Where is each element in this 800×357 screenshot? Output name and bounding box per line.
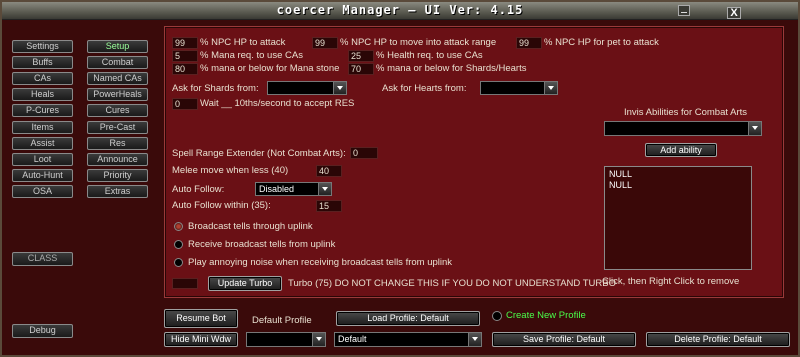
default-profile-label: Default Profile <box>252 315 312 326</box>
ask-shards-dropdown[interactable] <box>267 81 347 95</box>
nav-res[interactable]: Res <box>87 136 148 150</box>
class-button[interactable]: CLASS <box>12 252 73 266</box>
mana-shards-label: % mana or below for Shards/Hearts <box>376 63 527 74</box>
nav-extras[interactable]: Extras <box>87 184 148 198</box>
npc-hp-move-label: % NPC HP to move into attack range <box>340 37 497 48</box>
profile-select-dropdown[interactable]: Default <box>334 332 482 347</box>
minimize-button[interactable] <box>678 5 690 16</box>
melee-move-input[interactable]: 40 <box>316 165 342 177</box>
close-button[interactable]: X <box>727 7 741 19</box>
invis-abilities-list[interactable]: NULL NULL <box>604 166 752 270</box>
create-profile-label: Create New Profile <box>506 310 586 321</box>
auto-follow-dropdown[interactable]: Disabled <box>255 182 332 196</box>
invis-abilities-dropdown[interactable] <box>604 121 762 136</box>
mana-stone-label: % mana or below for Mana stone <box>200 63 340 74</box>
annoying-noise-radio[interactable] <box>174 258 183 267</box>
nav-p-cures[interactable]: P-Cures <box>12 104 73 118</box>
res-wait-input[interactable]: 0 <box>172 98 198 110</box>
chevron-down-icon <box>468 333 481 346</box>
ask-shards-label: Ask for Shards from: <box>172 83 259 94</box>
nav-loot[interactable]: Loot <box>12 152 73 166</box>
nav-buffs[interactable]: Buffs <box>12 56 73 70</box>
list-item[interactable]: NULL <box>609 180 747 191</box>
mana-shards-input[interactable]: 70 <box>348 63 374 75</box>
nav-powerheals[interactable]: PowerHeals <box>87 88 148 102</box>
npc-hp-attack-label: % NPC HP to attack <box>200 37 286 48</box>
mana-cas-input[interactable]: 5 <box>172 50 198 62</box>
list-item[interactable]: NULL <box>609 169 747 180</box>
mana-cas-label: % Mana req. to use CAs <box>200 50 303 61</box>
hide-mini-window-button[interactable]: Hide Mini Wdw <box>164 332 238 347</box>
ask-hearts-dropdown[interactable] <box>480 81 558 95</box>
invis-abilities-label: Invis Abilities for Combat Arts <box>624 107 748 118</box>
npc-hp-pet-label: % NPC HP for pet to attack <box>544 37 659 48</box>
auto-follow-value: Disabled <box>259 184 295 194</box>
spell-range-input[interactable]: 0 <box>350 147 378 159</box>
auto-follow-within-label: Auto Follow within (35): <box>172 200 271 211</box>
nav-priority[interactable]: Priority <box>87 168 148 182</box>
debug-button[interactable]: Debug <box>12 324 73 338</box>
nav-setup[interactable]: Setup <box>87 40 148 53</box>
create-profile-radio[interactable] <box>492 311 502 321</box>
chevron-down-icon <box>333 82 346 94</box>
nav-cas[interactable]: CAs <box>12 72 73 86</box>
chevron-down-icon <box>544 82 557 94</box>
nav-settings[interactable]: Settings <box>12 40 73 53</box>
nav-assist[interactable]: Assist <box>12 136 73 150</box>
delete-profile-button[interactable]: Delete Profile: Default <box>646 332 790 347</box>
nav-combat[interactable]: Combat <box>87 56 148 70</box>
nav-pre-cast[interactable]: Pre-Cast <box>87 120 148 134</box>
load-profile-button[interactable]: Load Profile: Default <box>336 311 480 326</box>
profile-name-dropdown[interactable] <box>246 332 326 347</box>
nav-announce[interactable]: Announce <box>87 152 148 166</box>
ask-hearts-label: Ask for Hearts from: <box>382 83 467 94</box>
nav-auto-hunt[interactable]: Auto-Hunt <box>12 168 73 182</box>
nav-items[interactable]: Items <box>12 120 73 134</box>
receive-tells-radio[interactable] <box>174 240 183 249</box>
update-turbo-button[interactable]: Update Turbo <box>208 276 282 291</box>
title-bar[interactable]: coercer Manager — UI Ver: 4.15 X <box>2 2 798 20</box>
melee-move-label: Melee move when less (40) <box>172 165 289 176</box>
list-hint: Click, then Right Click to remove <box>602 276 740 287</box>
nav-cures[interactable]: Cures <box>87 104 148 118</box>
nav-named-cas[interactable]: Named CAs <box>87 72 148 86</box>
save-profile-button[interactable]: Save Profile: Default <box>492 332 636 347</box>
annoying-noise-label: Play annoying noise when receiving broad… <box>188 257 453 268</box>
chevron-down-icon <box>312 333 325 346</box>
add-ability-button[interactable]: Add ability <box>645 143 717 157</box>
turbo-input[interactable] <box>172 278 198 289</box>
broadcast-tells-label: Broadcast tells through uplink <box>188 221 313 232</box>
nav-osa[interactable]: OSA <box>12 184 73 198</box>
manager-window: coercer Manager — UI Ver: 4.15 X Setting… <box>0 0 800 357</box>
profile-select-value: Default <box>338 334 367 344</box>
receive-tells-label: Receive broadcast tells from uplink <box>188 239 336 250</box>
npc-hp-move-input[interactable]: 99 <box>312 37 338 49</box>
res-wait-label: Wait __ 10ths/second to accept RES <box>200 98 355 109</box>
auto-follow-label: Auto Follow: <box>172 184 225 195</box>
health-cas-label: % Health req. to use CAs <box>376 50 483 61</box>
nav-heals[interactable]: Heals <box>12 88 73 102</box>
npc-hp-attack-input[interactable]: 99 <box>172 37 198 49</box>
resume-bot-button[interactable]: Resume Bot <box>164 309 238 328</box>
chevron-down-icon <box>318 183 331 195</box>
broadcast-tells-radio[interactable] <box>174 222 183 231</box>
health-cas-input[interactable]: 25 <box>348 50 374 62</box>
turbo-note: Turbo (75) DO NOT CHANGE THIS IF YOU DO … <box>288 278 616 289</box>
mana-stone-input[interactable]: 80 <box>172 63 198 75</box>
auto-follow-within-input[interactable]: 15 <box>316 200 342 212</box>
spell-range-label: Spell Range Extender (Not Combat Arts): <box>172 148 346 159</box>
npc-hp-pet-input[interactable]: 99 <box>516 37 542 49</box>
chevron-down-icon <box>748 122 761 135</box>
